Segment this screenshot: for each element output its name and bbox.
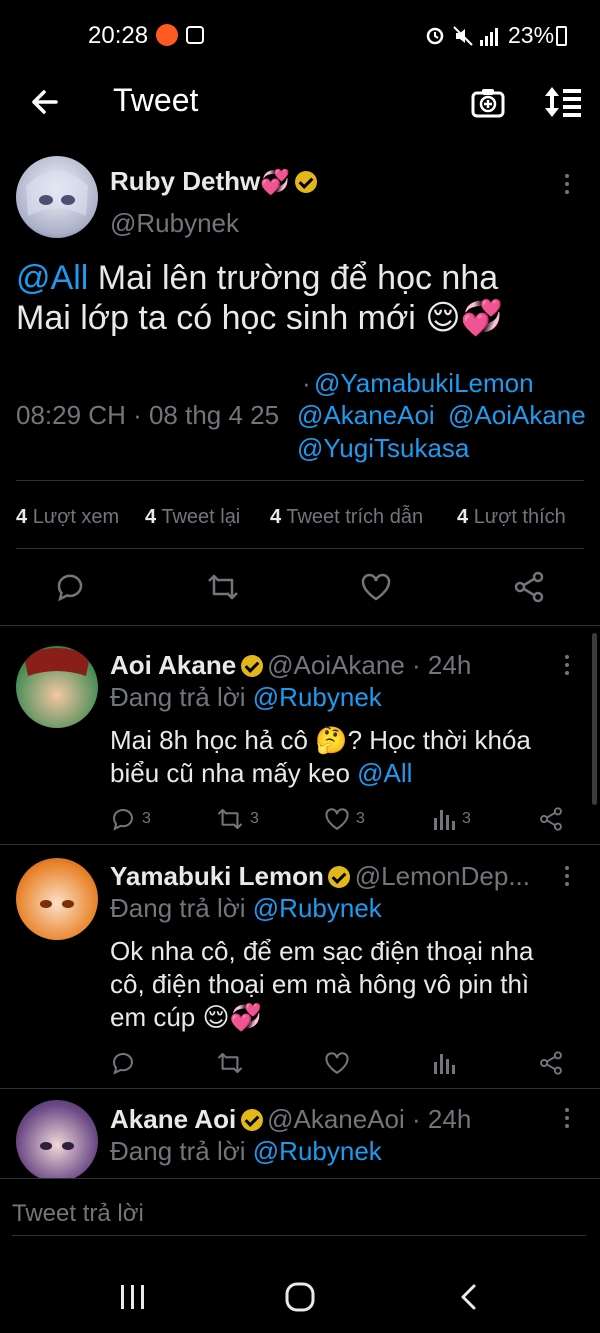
stat-quote-tweets[interactable]: 4 Tweet trích dẫn xyxy=(270,506,423,529)
battery-percent: 23% xyxy=(508,22,555,48)
stat-retweets[interactable]: 4 Tweet lại xyxy=(145,506,240,529)
author-handle[interactable]: @Rubynek xyxy=(110,208,239,239)
reply-author-name[interactable]: Yamabuki Lemon xyxy=(110,861,324,891)
reply-action-like[interactable]: 3 xyxy=(324,806,365,832)
author-name[interactable]: Ruby Dethw xyxy=(110,166,260,196)
sort-icon[interactable] xyxy=(542,84,582,120)
views-icon xyxy=(434,810,455,830)
reply-action-reply[interactable]: 3 xyxy=(110,806,151,832)
more-options-icon[interactable] xyxy=(562,866,572,890)
reply-avatar[interactable] xyxy=(16,1100,98,1182)
verified-badge-icon xyxy=(294,171,317,193)
like-icon[interactable] xyxy=(324,1050,350,1076)
reply-text: Mai 8h học hả cô 🤔? Học thời khóa biểu c… xyxy=(110,725,531,788)
back-arrow-icon[interactable] xyxy=(28,86,60,118)
divider xyxy=(0,844,600,845)
reply-icon[interactable] xyxy=(54,572,86,602)
reply-action-retweet[interactable]: 3 xyxy=(216,806,259,832)
like-icon xyxy=(325,808,349,830)
tweet-timestamp: 08:29 CH · 08 thg 4 25 xyxy=(16,400,280,430)
mute-icon xyxy=(453,26,473,46)
replying-to: Đang trả lời @Rubynek xyxy=(110,682,382,712)
divider xyxy=(0,625,600,626)
reply-action-views[interactable]: 3 xyxy=(432,806,471,832)
reply-header[interactable]: Aoi Akane @AoiAkane · 24h xyxy=(110,650,471,681)
author-avatar[interactable] xyxy=(16,156,98,238)
retweet-icon[interactable] xyxy=(206,572,240,602)
mention-all[interactable]: @All xyxy=(16,259,88,297)
reply-author-name[interactable]: Aoi Akane xyxy=(110,650,236,680)
retweet-icon[interactable] xyxy=(216,1050,244,1076)
tweet-text: @All Mai lên trường để học nha Mai lớp t… xyxy=(16,259,504,337)
scrollbar[interactable] xyxy=(592,633,597,805)
screen-recorder-icon xyxy=(156,24,178,46)
page-title: Tweet xyxy=(113,82,199,118)
reply-icon xyxy=(113,808,133,831)
reply-bar xyxy=(0,1178,600,1253)
share-icon[interactable] xyxy=(512,570,546,604)
replying-to: Đang trả lời @Rubynek xyxy=(110,1136,382,1166)
verified-badge-icon xyxy=(240,655,263,677)
retweet-icon xyxy=(217,808,243,830)
reply-author-name[interactable]: Akane Aoi xyxy=(110,1104,236,1134)
stat-views[interactable]: 4 Lượt xem xyxy=(16,506,119,529)
reply-avatar[interactable] xyxy=(16,858,98,940)
views-icon[interactable] xyxy=(432,1050,456,1076)
more-options-icon[interactable] xyxy=(562,174,572,198)
divider xyxy=(0,1178,600,1179)
verified-badge-icon xyxy=(240,1109,263,1131)
reply-icon[interactable] xyxy=(110,1050,136,1076)
tag-yamabukilemon[interactable]: @YamabukiLemon xyxy=(314,368,534,399)
like-icon[interactable] xyxy=(360,572,392,602)
status-time: 20:28 xyxy=(88,22,149,49)
divider xyxy=(16,480,584,481)
signal-icon xyxy=(480,28,498,46)
top-bar: Tweet xyxy=(0,72,600,132)
reply-avatar[interactable] xyxy=(16,646,98,728)
reply-author-handle[interactable]: @AkaneAoi · 24h xyxy=(267,1104,471,1134)
tag-akaneaoi[interactable]: @AkaneAoi xyxy=(297,400,435,431)
divider xyxy=(16,548,584,549)
divider xyxy=(0,1088,600,1089)
reply-header[interactable]: Yamabuki Lemon @LemonDep... xyxy=(110,861,530,892)
camera-plus-icon[interactable] xyxy=(470,84,506,120)
more-options-icon[interactable] xyxy=(562,1108,572,1132)
share-icon[interactable] xyxy=(538,806,564,832)
replying-to: Đang trả lời @Rubynek xyxy=(110,893,382,923)
verified-badge-icon xyxy=(328,866,351,888)
alarm-icon xyxy=(426,27,444,45)
reply-author-handle[interactable]: @LemonDep... xyxy=(355,861,530,891)
back-icon[interactable] xyxy=(458,1283,480,1311)
reply-header[interactable]: Akane Aoi @AkaneAoi · 24h xyxy=(110,1104,471,1135)
stat-likes[interactable]: 4 Lượt thích xyxy=(457,506,566,529)
system-nav-bar xyxy=(0,1253,600,1333)
tag-yugitsukasa[interactable]: @YugiTsukasa xyxy=(297,433,469,464)
reply-author-handle[interactable]: @AoiAkane · 24h xyxy=(267,650,471,680)
reply-input[interactable] xyxy=(12,1192,586,1236)
reply-text: Ok nha cô, để em sạc điện thoại nha cô, … xyxy=(110,936,534,1032)
more-options-icon[interactable] xyxy=(562,655,572,679)
share-icon[interactable] xyxy=(538,1050,564,1076)
tag-aoiakane[interactable]: @AoiAkane xyxy=(448,400,586,431)
notification-icon xyxy=(186,26,204,44)
recent-apps-icon[interactable] xyxy=(118,1283,148,1311)
home-icon[interactable] xyxy=(284,1281,316,1313)
status-bar: 20:28 23% xyxy=(0,0,600,72)
author-name-row[interactable]: Ruby Dethw💞 xyxy=(110,166,317,197)
battery-icon xyxy=(556,26,567,46)
